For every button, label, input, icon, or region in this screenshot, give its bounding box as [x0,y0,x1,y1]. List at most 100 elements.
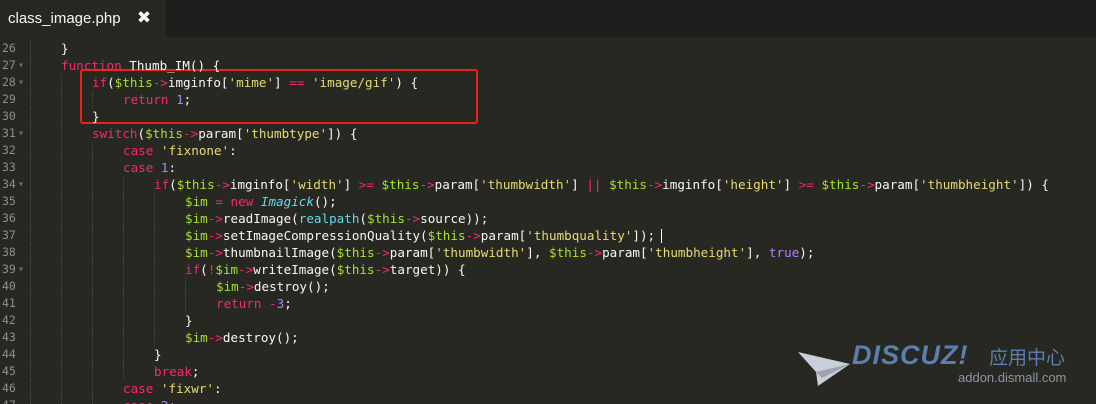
code-token: ], [526,245,549,260]
indent-guide [30,295,31,312]
fold-arrow-icon[interactable]: ▾ [18,261,28,278]
code-token: -> [207,245,223,260]
indent-guide [61,74,62,91]
code-token: 'thumbheight' [647,245,747,260]
code-token: $im [185,211,208,226]
code-token: ]); [632,228,656,243]
code-token: param[ [602,245,648,260]
code-token: imginfo[ [229,177,291,192]
indent-guide [154,244,155,261]
code-token: = [215,194,223,209]
indent-guide [92,176,93,193]
indent-guide [154,278,155,295]
code-token: 'thumbquality' [526,228,633,243]
code-token: : [214,381,222,396]
indent-guide [61,363,62,380]
code-text: function Thumb_IM() { [61,57,220,74]
code-token: ( [169,177,177,192]
indent-guide [92,193,93,210]
code-text: if($this->imginfo['width'] >= $this->par… [154,176,1049,193]
indent-guide [30,329,31,346]
code-token: $im [185,194,208,209]
code-token: -> [859,177,875,192]
fold-arrow-icon[interactable]: ▾ [18,57,28,74]
code-token: thumbnailImage( [222,245,337,260]
indent-guide [30,312,31,329]
code-token: : [168,160,177,175]
code-token: 'thumbwidth' [480,177,572,192]
code-token: target)) { [389,262,466,277]
code-token: ]) { [327,126,358,141]
code-token: >= [358,177,374,192]
code-token: } [185,313,193,328]
fold-arrow-icon[interactable]: ▾ [18,125,28,142]
indent-guide [30,363,31,380]
indent-guide [61,312,62,329]
code-token: if [185,262,201,277]
indent-guide [30,227,31,244]
indent-guide [30,193,31,210]
indent-guide [30,210,31,227]
code-token: -> [152,75,168,90]
code-token: return [123,92,177,107]
watermark-cn: 应用中心 [989,347,1066,369]
indent-guide [92,244,93,261]
indent-guide [92,142,93,159]
indent-guide [92,312,93,329]
code-token: -> [207,228,223,243]
code-token: -> [404,211,421,226]
code-text: if(!$im->writeImage($this->target)) { [185,261,466,278]
code-token: 'fixwr' [160,381,214,396]
indent-guide [92,261,93,278]
fold-arrow-icon[interactable]: ▾ [18,74,28,91]
indent-guide [123,261,124,278]
code-token: -> [419,177,435,192]
code-token: $this [427,228,466,243]
code-token: ] [571,177,587,192]
code-token: >= [798,177,814,192]
indent-guide [61,295,62,312]
line-number: 36 [2,211,16,225]
indent-guide [92,159,93,176]
indent-guide [123,312,124,329]
code-token: writeImage( [253,262,337,277]
code-token: param[ [480,228,527,243]
code-token: switch [92,126,138,141]
code-token: param[ [434,177,481,192]
code-token: 'height' [722,177,784,192]
code-token: 1 [160,160,169,175]
indent-guide [61,244,62,261]
line-number: 47 [0,397,27,404]
indent-guide [30,397,31,404]
code-token: case [123,398,161,404]
indent-guide [61,329,62,346]
code-token: imginfo[ [167,75,229,90]
code-token: 'thumbheight' [920,177,1019,192]
code-token: $this [176,177,215,192]
indent-guide [92,227,93,244]
code-text: $im->destroy(); [185,329,299,346]
code-text: } [154,346,162,363]
code-token: ( [359,211,368,226]
code-token: destroy(); [222,330,299,345]
code-text: $im->readImage(realpath($this->source)); [185,210,488,227]
code-token: ( [200,262,208,277]
line-number: 32 [2,143,16,157]
code-token: readImage( [222,211,299,226]
code-token: imginfo[ [662,177,723,192]
code-line: 26} [0,40,1096,57]
close-icon[interactable]: ✖ [135,8,153,28]
tab-bar: class_image.php ✖ [0,0,1096,37]
fold-arrow-icon[interactable]: ▾ [18,176,28,193]
code-token: ] [343,177,359,192]
indent-guide [30,74,31,91]
code-text: return 1; [123,91,191,108]
code-token: param[ [198,126,244,141]
code-token: ] [274,75,290,90]
line-number: 41 [2,296,16,310]
code-text: $im->thumbnailImage($this->param['thumbw… [185,244,814,261]
indent-guide [123,278,124,295]
tab-class-image-php[interactable]: class_image.php ✖ [0,0,166,37]
code-token: -> [183,126,199,141]
